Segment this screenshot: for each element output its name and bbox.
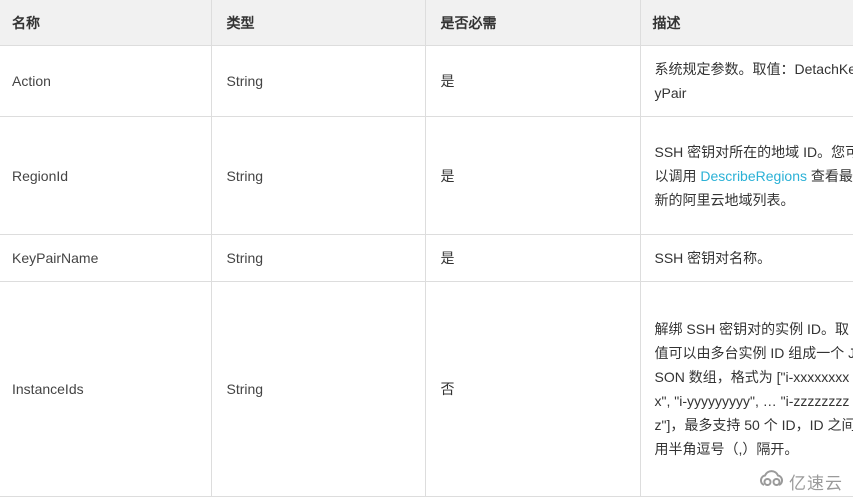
param-required: 是	[424, 234, 641, 282]
param-description: 系统规定参数。取值：DetachKeyPair	[639, 45, 853, 117]
param-type: String	[210, 281, 426, 497]
watermark-text: 亿速云	[789, 474, 843, 493]
param-name: Action	[0, 45, 212, 117]
watermark: 亿速云	[758, 469, 843, 494]
table-row: RegionId String 是 SSH 密钥对所在的地域 ID。您可以调用 …	[0, 116, 853, 235]
param-name: RegionId	[0, 116, 212, 235]
param-type: String	[210, 116, 426, 235]
parameter-table: 名称 类型 是否必需 描述 Action String 是 系统规定参数。取值：…	[0, 0, 853, 497]
param-required: 是	[424, 45, 641, 117]
param-required: 是	[424, 116, 641, 235]
param-description: SSH 密钥对名称。	[639, 234, 853, 282]
header-name: 名称	[0, 0, 212, 46]
param-description: 解绑 SSH 密钥对的实例 ID。取值可以由多台实例 ID 组成一个 JSON …	[639, 281, 853, 497]
table-row: InstanceIds String 否 解绑 SSH 密钥对的实例 ID。取值…	[0, 281, 853, 497]
param-description: SSH 密钥对所在的地域 ID。您可以调用 DescribeRegions 查看…	[639, 116, 853, 235]
param-type: String	[210, 45, 426, 117]
table-row: KeyPairName String 是 SSH 密钥对名称。	[0, 234, 853, 282]
param-type: String	[210, 234, 426, 282]
header-description: 描述	[639, 0, 853, 46]
cloud-logo-icon	[758, 470, 789, 493]
header-row: 名称 类型 是否必需 描述	[0, 0, 853, 46]
table-row: Action String 是 系统规定参数。取值：DetachKeyPair	[0, 45, 853, 117]
describe-regions-link[interactable]: DescribeRegions	[700, 168, 807, 184]
table-header: 名称 类型 是否必需 描述	[0, 0, 853, 46]
param-required: 否	[424, 281, 641, 497]
param-name: KeyPairName	[0, 234, 212, 282]
header-type: 类型	[210, 0, 426, 46]
param-name: InstanceIds	[0, 281, 212, 497]
header-required: 是否必需	[424, 0, 641, 46]
